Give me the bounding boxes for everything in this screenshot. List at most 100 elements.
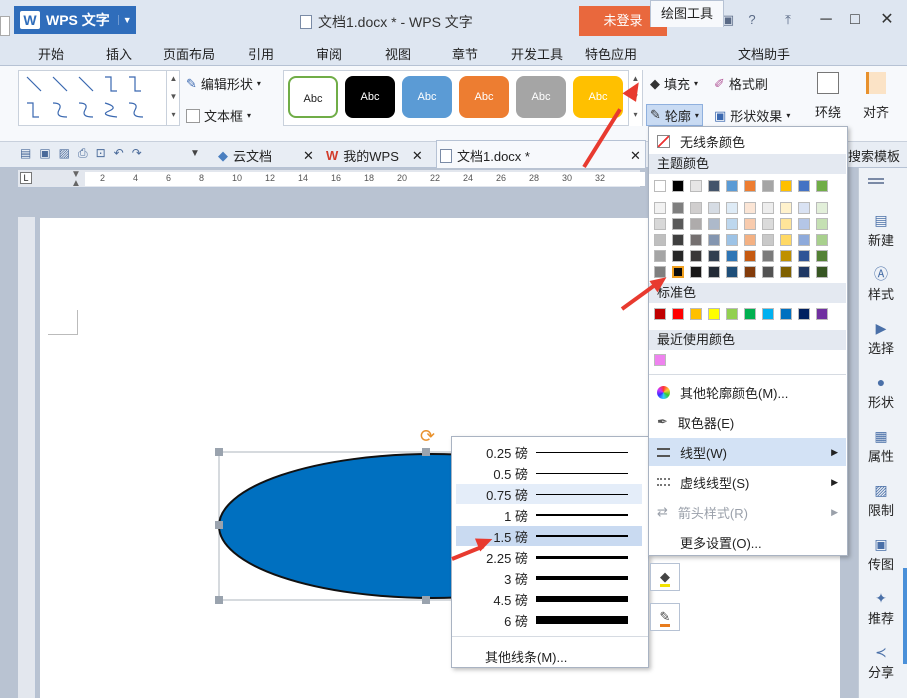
dash-type-item[interactable]: 虚线线型(S) ▶ [649,468,846,496]
shape-style-swatch[interactable]: Abc [459,76,509,118]
theme-shade-swatch[interactable] [816,218,828,230]
theme-shade-swatch[interactable] [690,202,702,214]
theme-shade-swatch[interactable] [798,234,810,246]
theme-shade-swatch[interactable] [708,234,720,246]
theme-shade-swatch[interactable] [780,266,792,278]
rotate-handle-icon[interactable]: ⟳ [420,426,435,447]
tab-5[interactable]: 视图 [385,44,411,63]
close-button[interactable]: ✕ [877,10,897,30]
theme-shade-swatch[interactable] [726,250,738,262]
tab-1[interactable]: 插入 [106,44,132,63]
standard-color-swatch[interactable] [726,308,738,320]
theme-shade-swatch[interactable] [726,202,738,214]
theme-shade-swatch[interactable] [780,218,792,230]
standard-color-swatch[interactable] [654,308,666,320]
theme-shade-swatch[interactable] [816,234,828,246]
standard-color-swatch[interactable] [672,308,684,320]
line-weight-item[interactable]: 1 磅 [456,505,642,525]
line-shapes-panel[interactable] [18,70,180,126]
indent-marker[interactable]: ▼ ▲ [71,170,81,189]
tab-cloud-docs[interactable]: ◆ 云文档 ✕ [218,146,314,165]
ellipse-shape[interactable] [218,453,480,599]
sidebar-item-5[interactable]: ▨ 限制 [860,482,902,519]
theme-shade-swatch[interactable] [762,202,774,214]
tab-3[interactable]: 引用 [248,44,274,63]
quick-fill-button[interactable]: ◆ [650,563,680,591]
theme-shade-swatch[interactable] [726,266,738,278]
edit-shape-button[interactable]: ✎ 编辑形状 ▾ [186,74,261,93]
tab-8[interactable]: 特色应用 [585,44,637,63]
align-button[interactable]: 对齐 [860,72,892,121]
no-line-color-item[interactable]: 无线条颜色 [649,127,846,155]
theme-shade-swatch[interactable] [798,202,810,214]
theme-shade-swatch[interactable] [780,234,792,246]
theme-shade-swatch[interactable] [672,202,684,214]
theme-shade-swatch[interactable] [708,266,720,278]
more-outline-colors-item[interactable]: 其他轮廓颜色(M)... [649,378,846,406]
line-weight-item[interactable]: 0.5 磅 [456,463,642,483]
line-weight-item[interactable]: 3 磅 [456,568,642,588]
wrap-button[interactable]: 环绕 [812,72,844,121]
maximize-button[interactable]: □ [845,10,865,30]
shape-style-swatch[interactable]: Abc [516,76,566,118]
theme-shade-swatch[interactable] [690,266,702,278]
theme-color-swatch[interactable] [726,180,738,192]
sidebar-item-4[interactable]: ▦ 属性 [860,428,902,465]
theme-shade-swatch[interactable] [654,218,666,230]
shape-style-swatch[interactable]: Abc [345,76,395,118]
theme-color-swatch[interactable] [672,180,684,192]
help-icon[interactable]: ? [744,12,760,28]
theme-shade-swatch[interactable] [762,218,774,230]
standard-color-swatch[interactable] [690,308,702,320]
theme-shade-swatch[interactable] [744,234,756,246]
theme-shade-swatch[interactable] [690,218,702,230]
theme-shade-swatch[interactable] [708,202,720,214]
theme-color-swatch[interactable] [690,180,702,192]
standard-color-swatch[interactable] [708,308,720,320]
theme-shade-swatch[interactable] [708,218,720,230]
chevron-down-icon[interactable]: ▼ [190,148,200,159]
quick-access-toolbar[interactable]: ▤▣▨⎙⊡↶↷ [20,146,150,161]
theme-shade-swatch[interactable] [816,266,828,278]
sidebar-menu-icon[interactable] [868,178,884,184]
theme-shade-swatch[interactable] [744,218,756,230]
shape-style-swatch[interactable]: Abc [402,76,452,118]
theme-shade-swatch[interactable] [780,250,792,262]
theme-color-swatch[interactable] [816,180,828,192]
standard-color-swatch[interactable] [744,308,756,320]
close-icon[interactable]: ✕ [303,148,314,164]
restore-view-icon[interactable]: ⤒ [780,12,796,28]
theme-shade-swatch[interactable] [798,218,810,230]
tab-0[interactable]: 开始 [38,44,64,63]
gallery-scroll[interactable]: ▲ ▼ ▾ [166,70,180,126]
theme-shade-swatch[interactable] [690,250,702,262]
theme-shade-swatch[interactable] [762,234,774,246]
other-lines-item[interactable]: 其他线条(M)... [485,647,567,666]
theme-shade-swatch[interactable] [672,218,684,230]
theme-shade-swatch[interactable] [654,234,666,246]
theme-color-swatch[interactable] [780,180,792,192]
theme-shade-swatch[interactable] [762,250,774,262]
standard-color-swatch[interactable] [762,308,774,320]
outline-button[interactable]: ✎ 轮廓 ▾ [646,104,703,126]
theme-shade-swatch[interactable] [816,202,828,214]
shape-style-swatch[interactable]: Abc [288,76,338,118]
line-weight-item[interactable]: 6 磅 [456,610,642,630]
quick-outline-button[interactable]: ✎ [650,603,680,631]
sidebar-item-2[interactable]: ▶ 选择 [860,320,902,357]
theme-shade-swatch[interactable] [708,250,720,262]
theme-shade-swatch[interactable] [654,250,666,262]
theme-color-swatch[interactable] [654,180,666,192]
tab-stop-selector[interactable]: L [20,172,32,184]
theme-color-swatch[interactable] [798,180,810,192]
theme-shade-swatch[interactable] [744,266,756,278]
theme-color-swatch[interactable] [708,180,720,192]
standard-color-swatch[interactable] [798,308,810,320]
format-painter-button[interactable]: ✐ 格式刷 [714,74,768,93]
line-type-item[interactable]: 线型(W) ▶ [649,438,846,466]
standard-color-swatch[interactable] [780,308,792,320]
recent-color-swatch[interactable] [654,354,666,366]
theme-color-swatch[interactable] [762,180,774,192]
theme-shade-swatch[interactable] [798,250,810,262]
tab-4[interactable]: 审阅 [316,44,342,63]
